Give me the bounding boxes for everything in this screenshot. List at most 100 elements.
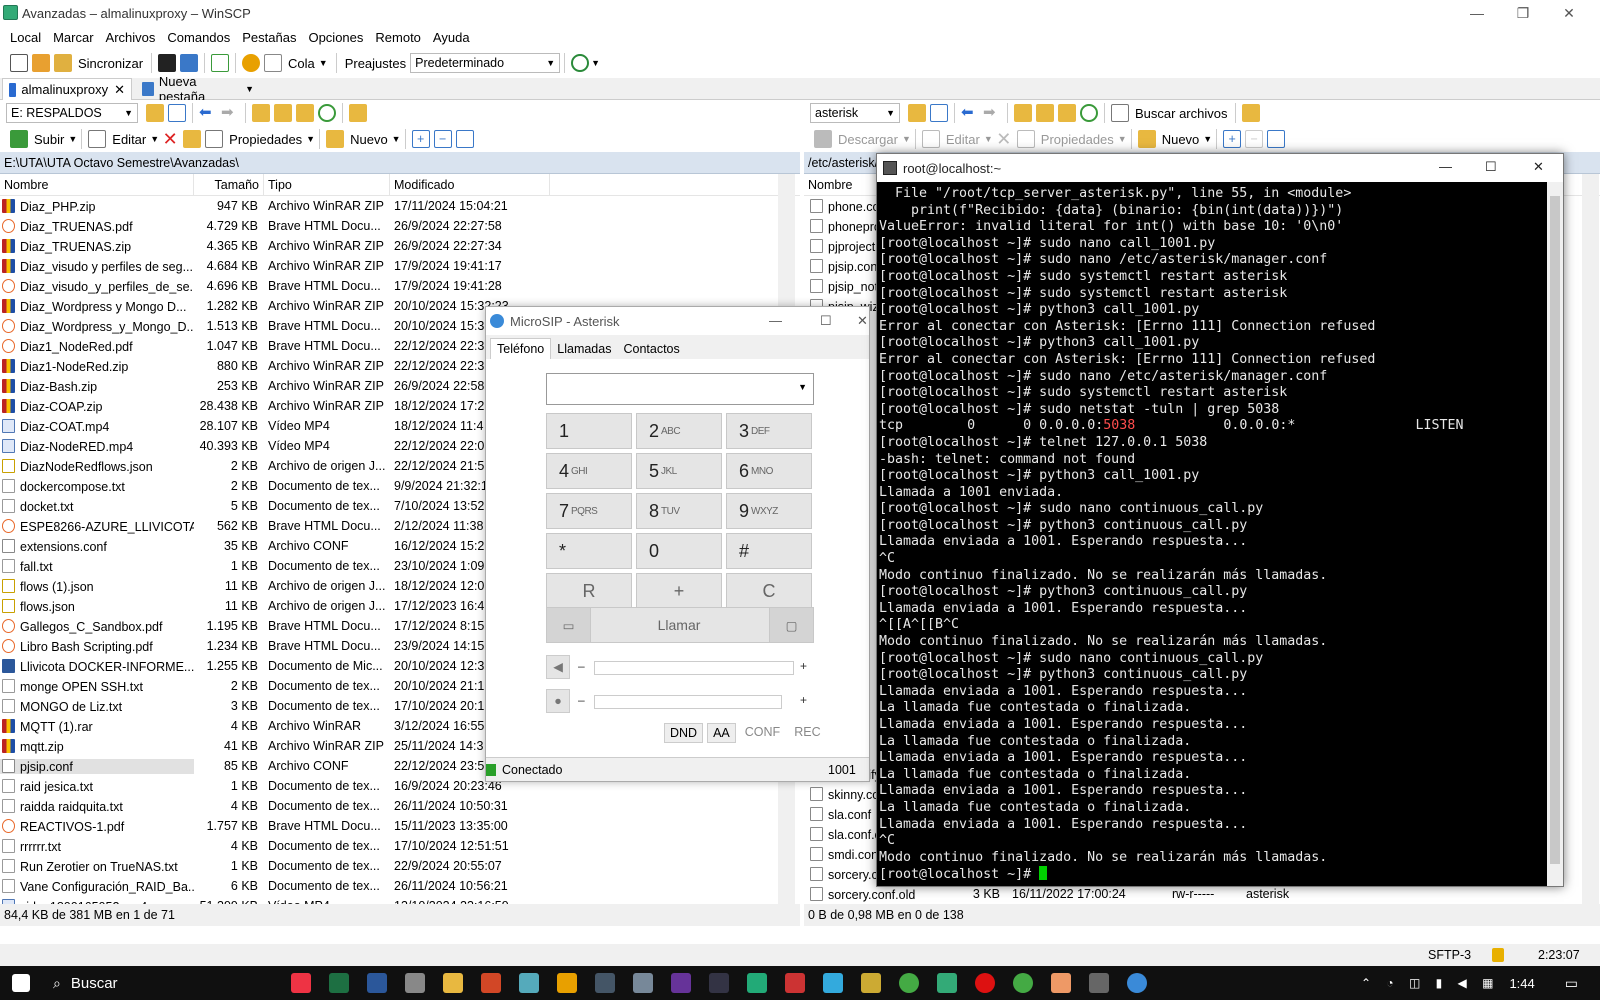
edit-icon[interactable] (88, 130, 107, 148)
find-files-icon[interactable] (1111, 104, 1129, 122)
refresh-icon[interactable] (318, 104, 336, 122)
menu-remoto[interactable]: Remoto (369, 30, 427, 45)
local-drive-select[interactable]: E: RESPALDOS ▼ (6, 103, 138, 123)
chevron-down-icon[interactable]: ▼ (306, 134, 315, 144)
table-row[interactable]: REACTIVOS-1.pdf 1.757 KB Brave HTML Docu..… (0, 816, 800, 836)
menu-pestanas[interactable]: Pestañas (236, 30, 302, 45)
dial-number-input[interactable]: ▼ (546, 373, 814, 405)
edit-icon[interactable] (921, 130, 940, 148)
app-icon[interactable] (670, 973, 691, 993)
select-minus-icon[interactable]: − (1245, 130, 1264, 148)
keypad-key[interactable]: 2 ABC (636, 413, 722, 449)
open-folder-icon[interactable] (908, 104, 926, 122)
chevron-down-icon[interactable]: ▼ (150, 134, 159, 144)
open-folder-icon[interactable] (146, 104, 164, 122)
settings-icon[interactable] (404, 973, 425, 993)
word-icon[interactable] (366, 973, 387, 993)
file-explorer-icon[interactable] (442, 973, 463, 993)
col-type[interactable]: Tipo (264, 173, 390, 196)
remote-dir-select[interactable]: asterisk ▼ (810, 103, 900, 123)
close-tab-icon[interactable]: ✕ (114, 82, 125, 98)
tab-contactos[interactable]: Contactos (617, 339, 685, 359)
filter-icon[interactable] (1267, 130, 1286, 148)
upload-icon[interactable] (10, 130, 28, 148)
edit-button[interactable]: Editar (946, 132, 980, 147)
keypad-key[interactable]: 5 JKL (636, 453, 722, 489)
queue-icon[interactable] (264, 54, 283, 72)
rename-icon[interactable] (183, 130, 202, 148)
col-modified[interactable]: Modificado (390, 173, 550, 196)
chevron-down-icon[interactable]: ▼ (984, 134, 993, 144)
menu-ayuda[interactable]: Ayuda (427, 30, 476, 45)
mic-plus[interactable]: + (800, 693, 807, 707)
select-plus-icon[interactable]: + (411, 130, 430, 148)
maximize-icon[interactable]: ☐ (820, 313, 832, 329)
properties-button[interactable]: Propiedades (1041, 132, 1114, 147)
new-folder-icon[interactable] (326, 130, 345, 148)
filter-icon[interactable] (455, 130, 474, 148)
table-row[interactable]: Diaz_visudo_y_perfiles_de_se... 4.696 KB B… (0, 276, 800, 296)
keypad-key[interactable]: 6 MNO (726, 453, 812, 489)
app-icon[interactable] (860, 973, 881, 993)
col-name[interactable]: Nombre (0, 173, 194, 196)
select-plus-icon[interactable]: + (1223, 130, 1242, 148)
delete-icon[interactable]: ✕ (161, 130, 179, 148)
function-key[interactable]: C (726, 573, 812, 609)
forward-arrow-icon[interactable]: ➡ (983, 104, 1001, 122)
excel-icon[interactable] (328, 973, 349, 993)
keypad-key[interactable]: * (546, 533, 632, 569)
app-icon[interactable] (518, 973, 539, 993)
tab-session-almalinuxproxy[interactable]: almalinuxproxy ✕ (2, 78, 132, 100)
windows-start-icon[interactable] (12, 974, 30, 992)
search-icon[interactable]: ⌕ (53, 975, 61, 992)
root-dir-icon[interactable] (274, 104, 292, 122)
call-button[interactable]: Llamar (591, 608, 767, 642)
maximize-icon[interactable]: ☐ (1485, 159, 1497, 175)
properties-icon[interactable] (205, 130, 224, 148)
chevron-down-icon[interactable]: ▼ (902, 134, 911, 144)
opera-icon[interactable] (974, 973, 995, 993)
app-icon[interactable] (632, 973, 653, 993)
compare-dirs-icon[interactable] (10, 54, 28, 72)
back-arrow-icon[interactable]: ⬅ (199, 104, 217, 122)
microphone-icon[interactable]: ● (546, 689, 570, 713)
chrome-icon[interactable] (1012, 973, 1033, 993)
restore-icon[interactable]: ❐ (1500, 0, 1546, 26)
root-dir-icon[interactable] (1036, 104, 1054, 122)
refresh-icon[interactable] (1080, 104, 1098, 122)
tree-toggle-icon[interactable] (349, 104, 367, 122)
find-files-button[interactable]: Buscar archivos (1135, 106, 1227, 121)
forward-arrow-icon[interactable]: ➡ (221, 104, 239, 122)
chevron-down-icon[interactable]: ▼ (798, 382, 807, 392)
table-row[interactable]: Diaz_TRUENAS.pdf 4.729 KB Brave HTML Docu.… (0, 216, 800, 236)
local-path[interactable]: E:\UTA\UTA Octavo Semestre\Avanzadas\ (0, 152, 800, 174)
video-call-icon[interactable]: ▭ (547, 608, 591, 642)
terminal-scrollbar[interactable] (1547, 182, 1563, 886)
aa-button[interactable]: AA (707, 723, 736, 743)
system-tray-icons[interactable]: ⌃ ◔ ◫ ▮ ◀ ▦ (1361, 976, 1499, 990)
col-size[interactable]: Tamaño (194, 173, 264, 196)
synchronize-button[interactable]: Sincronizar (78, 56, 143, 71)
remote-scrollbar[interactable] (1582, 174, 1599, 904)
table-row[interactable]: Diaz_PHP.zip 947 KB Archivo WinRAR ZIP 17/1… (0, 196, 800, 216)
speaker-minus[interactable]: – (578, 659, 585, 673)
notifications-icon[interactable]: ▭ (1565, 975, 1578, 992)
transfer-settings-icon[interactable] (571, 54, 590, 72)
message-icon[interactable]: ▢ (769, 608, 813, 642)
download-button[interactable]: Descargar (838, 132, 898, 147)
back-arrow-icon[interactable]: ⬅ (961, 104, 979, 122)
dnd-button[interactable]: DND (664, 723, 704, 743)
refresh-icon[interactable] (211, 54, 230, 72)
app-icon[interactable] (784, 973, 805, 993)
chevron-down-icon[interactable]: ▼ (591, 58, 600, 68)
minimize-icon[interactable]: — (769, 313, 782, 328)
chevron-down-icon[interactable]: ▼ (319, 58, 328, 68)
table-row[interactable]: rrrrrr.txt 4 KB Documento de tex... 17/10/2… (0, 836, 800, 856)
tree-toggle-icon[interactable] (1242, 104, 1261, 122)
new-folder-icon[interactable] (1137, 130, 1156, 148)
putty-icon[interactable] (180, 54, 199, 72)
new-button[interactable]: Nuevo (350, 132, 388, 147)
keypad-key[interactable]: 4 GHI (546, 453, 632, 489)
close-icon[interactable]: ✕ (1533, 159, 1544, 175)
terminal-output[interactable]: File "/root/tcp_server_asterisk.py", lin… (877, 182, 1547, 888)
